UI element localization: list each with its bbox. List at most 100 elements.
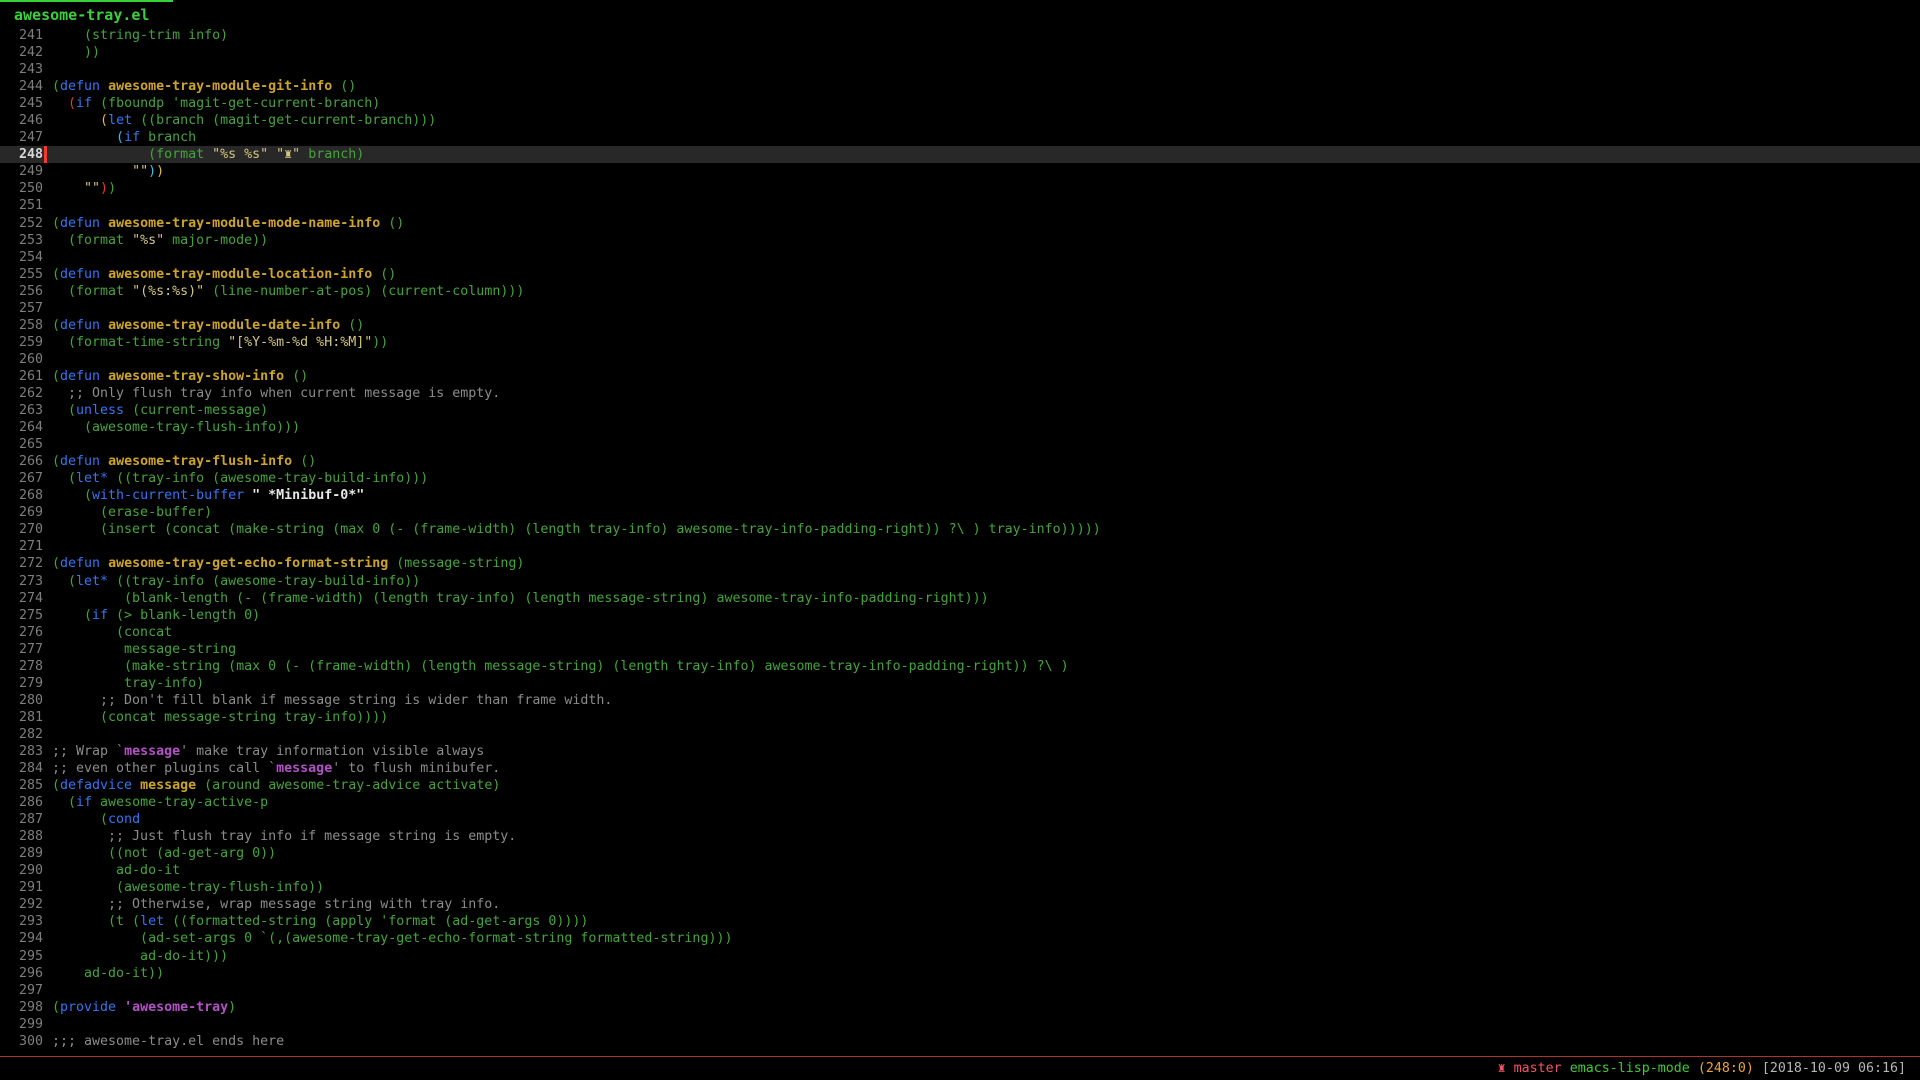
code-line-257[interactable]: 257 [0,300,1920,317]
code-line-293[interactable]: 293 (t (let ((formatted-string (apply 'f… [0,913,1920,930]
code-line-281[interactable]: 281 (concat message-string tray-info)))) [0,709,1920,726]
code-line-249[interactable]: 249 "")) [0,163,1920,180]
code-line-256[interactable]: 256 (format "(%s:%s)" (line-number-at-po… [0,283,1920,300]
code-line-299[interactable]: 299 [0,1016,1920,1033]
code-line-247[interactable]: 247 (if branch [0,129,1920,146]
code-line-275[interactable]: 275 (if (> blank-length 0) [0,607,1920,624]
code-line-258[interactable]: 258(defun awesome-tray-module-date-info … [0,317,1920,334]
code-line-292[interactable]: 292 ;; Otherwise, wrap message string wi… [0,896,1920,913]
code-line-262[interactable]: 262 ;; Only flush tray info when current… [0,385,1920,402]
line-number: 285 [0,777,43,794]
code-line-245[interactable]: 245 (if (fboundp 'magit-get-current-bran… [0,95,1920,112]
line-number: 254 [0,249,43,266]
code-line-279[interactable]: 279 tray-info) [0,675,1920,692]
code-text: (if (fboundp 'magit-get-current-branch) [43,95,380,112]
line-number: 287 [0,811,43,828]
code-line-255[interactable]: 255(defun awesome-tray-module-location-i… [0,266,1920,283]
code-line-278[interactable]: 278 (make-string (max 0 (- (frame-width)… [0,658,1920,675]
code-line-277[interactable]: 277 message-string [0,641,1920,658]
line-number: 279 [0,675,43,692]
code-line-253[interactable]: 253 (format "%s" major-mode)) [0,232,1920,249]
code-line-272[interactable]: 272(defun awesome-tray-get-echo-format-s… [0,555,1920,572]
code-line-260[interactable]: 260 [0,351,1920,368]
code-text: (if (> blank-length 0) [43,607,260,624]
code-line-244[interactable]: 244(defun awesome-tray-module-git-info (… [0,78,1920,95]
line-number: 294 [0,930,43,947]
code-line-270[interactable]: 270 (insert (concat (make-string (max 0 … [0,521,1920,538]
code-line-267[interactable]: 267 (let* ((tray-info (awesome-tray-buil… [0,470,1920,487]
code-line-296[interactable]: 296 ad-do-it)) [0,965,1920,982]
line-number: 263 [0,402,43,419]
code-line-298[interactable]: 298(provide 'awesome-tray) [0,999,1920,1016]
line-number: 300 [0,1033,43,1050]
line-number: 297 [0,982,43,999]
code-text: (concat message-string tray-info)))) [43,709,388,726]
code-line-261[interactable]: 261(defun awesome-tray-show-info () [0,368,1920,385]
code-text: (string-trim info) [43,27,228,44]
line-number: 295 [0,948,43,965]
code-line-285[interactable]: 285(defadvice message (around awesome-tr… [0,777,1920,794]
line-number: 270 [0,521,43,538]
line-number: 272 [0,555,43,572]
code-line-243[interactable]: 243 [0,61,1920,78]
code-text: tray-info) [43,675,204,692]
code-text: (let ((branch (magit-get-current-branch)… [43,112,436,129]
emacs-frame: awesome-tray.el 241 (string-trim info)24… [0,0,1920,1080]
code-line-280[interactable]: 280 ;; Don't fill blank if message strin… [0,692,1920,709]
code-line-295[interactable]: 295 ad-do-it))) [0,948,1920,965]
line-number: 250 [0,180,43,197]
code-text: ;; Otherwise, wrap message string with t… [43,896,500,913]
code-line-284[interactable]: 284;; even other plugins call `message' … [0,760,1920,777]
line-number: 266 [0,453,43,470]
code-line-286[interactable]: 286 (if awesome-tray-active-p [0,794,1920,811]
code-text: (defun awesome-tray-show-info () [43,368,308,385]
code-text: ;; Don't fill blank if message string is… [43,692,612,709]
code-line-250[interactable]: 250 "")) [0,180,1920,197]
code-line-271[interactable]: 271 [0,538,1920,555]
code-line-289[interactable]: 289 ((not (ad-get-arg 0)) [0,845,1920,862]
line-number: 256 [0,283,43,300]
code-line-263[interactable]: 263 (unless (current-message) [0,402,1920,419]
code-text: (defun awesome-tray-flush-info () [43,453,316,470]
code-line-254[interactable]: 254 [0,249,1920,266]
code-text: "")) [43,163,164,180]
code-line-251[interactable]: 251 [0,197,1920,214]
code-line-246[interactable]: 246 (let ((branch (magit-get-current-bra… [0,112,1920,129]
code-line-276[interactable]: 276 (concat [0,624,1920,641]
code-line-252[interactable]: 252(defun awesome-tray-module-mode-name-… [0,215,1920,232]
code-area[interactable]: 241 (string-trim info)242 ))243244(defun… [0,27,1920,1050]
code-text: ((not (ad-get-arg 0)) [43,845,276,862]
code-line-282[interactable]: 282 [0,726,1920,743]
code-line-287[interactable]: 287 (cond [0,811,1920,828]
line-number: 253 [0,232,43,249]
code-line-242[interactable]: 242 )) [0,44,1920,61]
code-line-248[interactable]: 248 (format "%s %s" "♜" branch) [0,146,1920,163]
line-number: 264 [0,419,43,436]
code-line-294[interactable]: 294 (ad-set-args 0 `(,(awesome-tray-get-… [0,930,1920,947]
code-line-241[interactable]: 241 (string-trim info) [0,27,1920,44]
code-text: (defun awesome-tray-module-date-info () [43,317,364,334]
line-number: 288 [0,828,43,845]
code-line-274[interactable]: 274 (blank-length (- (frame-width) (leng… [0,590,1920,607]
code-line-266[interactable]: 266(defun awesome-tray-flush-info () [0,453,1920,470]
code-text: (with-current-buffer " *Minibuf-0*" [43,487,364,504]
code-text: (if awesome-tray-active-p [43,794,268,811]
code-line-268[interactable]: 268 (with-current-buffer " *Minibuf-0*" [0,487,1920,504]
code-text: ;;; awesome-tray.el ends here [43,1033,284,1050]
code-line-297[interactable]: 297 [0,982,1920,999]
code-line-290[interactable]: 290 ad-do-it [0,862,1920,879]
code-line-273[interactable]: 273 (let* ((tray-info (awesome-tray-buil… [0,573,1920,590]
code-line-259[interactable]: 259 (format-time-string "[%Y-%m-%d %H:%M… [0,334,1920,351]
code-line-283[interactable]: 283;; Wrap `message' make tray informati… [0,743,1920,760]
code-line-291[interactable]: 291 (awesome-tray-flush-info)) [0,879,1920,896]
code-text: (if branch [43,129,196,146]
code-line-265[interactable]: 265 [0,436,1920,453]
code-line-288[interactable]: 288 ;; Just flush tray info if message s… [0,828,1920,845]
line-number: 269 [0,504,43,521]
line-number: 292 [0,896,43,913]
code-line-264[interactable]: 264 (awesome-tray-flush-info))) [0,419,1920,436]
code-text: (make-string (max 0 (- (frame-width) (le… [43,658,1069,675]
code-line-269[interactable]: 269 (erase-buffer) [0,504,1920,521]
line-number: 242 [0,44,43,61]
code-line-300[interactable]: 300;;; awesome-tray.el ends here [0,1033,1920,1050]
